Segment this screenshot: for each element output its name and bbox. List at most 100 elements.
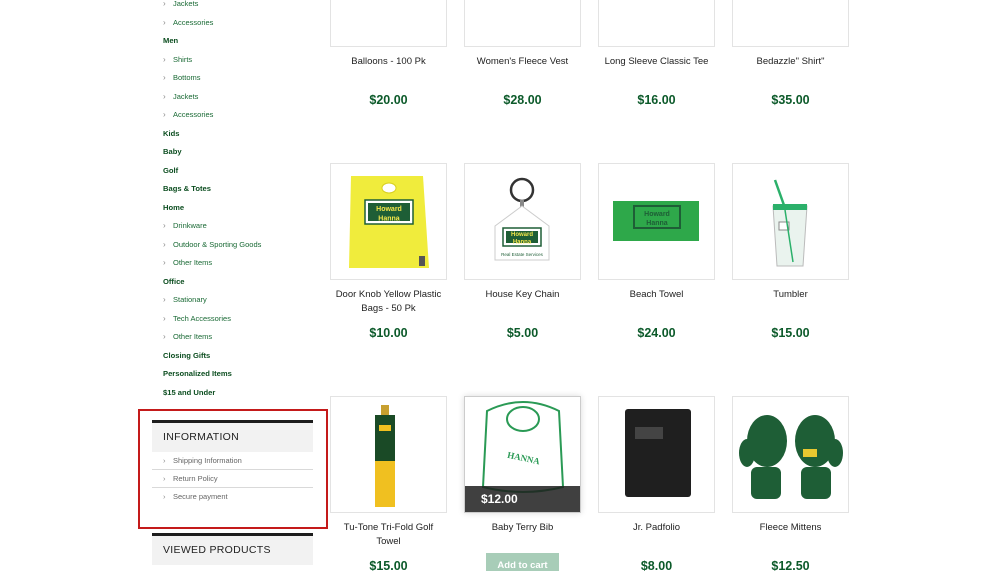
product-image[interactable] — [330, 0, 447, 47]
category-item[interactable]: › Jackets — [152, 0, 317, 14]
category-item[interactable]: Personalized Items — [152, 365, 317, 384]
product-card[interactable]: Tumbler $15.00 — [732, 163, 849, 340]
product-price: $24.00 — [637, 326, 676, 340]
category-label: Stationary — [173, 295, 207, 304]
product-image[interactable]: Howard Hanna Real Estate Services — [464, 163, 581, 280]
category-label: Home — [163, 202, 185, 212]
category-label: Closing Gifts — [163, 350, 211, 360]
product-name[interactable]: Beach Towel — [598, 288, 715, 320]
product-card[interactable]: Howard Hanna Beach Towel $24.00 — [598, 163, 715, 340]
product-card[interactable]: Fleece Mittens $12.50 — [732, 396, 849, 571]
category-item[interactable]: › Jackets — [152, 88, 317, 107]
product-name[interactable]: Baby Terry Bib — [464, 521, 581, 553]
category-item[interactable]: Home — [152, 199, 317, 218]
chevron-right-icon: › — [163, 258, 166, 267]
chevron-right-icon: › — [163, 295, 166, 304]
product-name[interactable]: Bedazzle" Shirt" — [732, 55, 849, 87]
category-label: Other Items — [173, 258, 213, 267]
product-image[interactable]: HANNA $12.00 — [464, 396, 581, 513]
product-card[interactable]: Howard Hanna Real Estate Services House Ke… — [464, 163, 581, 340]
category-item[interactable]: Baby — [152, 143, 317, 162]
price-overlay: $12.00 — [465, 486, 580, 512]
product-image[interactable]: Howard Hanna — [330, 163, 447, 280]
product-price: $15.00 — [771, 326, 810, 340]
product-card[interactable]: ARDHANNA Bedazzle" Shirt" $35.00 — [732, 0, 849, 107]
chevron-right-icon: › — [163, 91, 166, 101]
information-title: INFORMATION — [152, 420, 313, 452]
product-card[interactable]: Jr. Padfolio $8.00 — [598, 396, 715, 571]
category-item[interactable]: › Accessories — [152, 106, 317, 125]
product-price: $5.00 — [506, 326, 539, 340]
svg-text:Howard: Howard — [376, 206, 402, 213]
category-item[interactable]: $15 and Under — [152, 384, 317, 403]
category-item[interactable]: Men — [152, 32, 317, 51]
category-item[interactable]: › Drinkware — [152, 217, 317, 236]
category-label: Shirts — [173, 54, 193, 64]
category-item[interactable]: › Shirts — [152, 51, 317, 70]
product-name[interactable]: Women's Fleece Vest — [464, 55, 581, 87]
category-label: Outdoor & Sporting Goods — [173, 239, 262, 249]
product-image[interactable] — [732, 396, 849, 513]
product-name[interactable]: Tu-Tone Tri-Fold Golf Towel — [330, 521, 447, 553]
product-image[interactable] — [598, 396, 715, 513]
category-item[interactable]: › Stationary — [152, 291, 317, 310]
information-link-label: Return Policy — [173, 474, 218, 483]
product-card[interactable]: Tu-Tone Tri-Fold Golf Towel $15.00 — [330, 396, 447, 571]
product-price: $15.00 — [369, 559, 408, 571]
category-list: › Jackets › Accessories Men › Shirts › Bottoms › J… — [152, 0, 317, 402]
product-name[interactable]: Long Sleeve Classic Tee — [598, 55, 715, 87]
category-item[interactable]: › Other Items — [152, 254, 317, 273]
category-item[interactable]: › Bottoms — [152, 69, 317, 88]
category-item[interactable]: Golf — [152, 162, 317, 181]
product-card[interactable]: Howard Hanna Door Knob Yellow Plastic Bag… — [330, 163, 447, 340]
chevron-right-icon: › — [163, 456, 166, 465]
chevron-right-icon: › — [163, 313, 166, 323]
product-image[interactable]: ARDHANNA — [732, 0, 849, 47]
product-name[interactable]: Door Knob Yellow Plastic Bags - 50 Pk — [330, 288, 447, 320]
product-image[interactable]: Howard Hanna — [598, 163, 715, 280]
category-label: Accessories — [173, 110, 214, 119]
viewed-products-title: VIEWED PRODUCTS — [152, 533, 313, 565]
product-name[interactable]: Jr. Padfolio — [598, 521, 715, 553]
category-label: Men — [163, 36, 179, 45]
category-item[interactable]: › Outdoor & Sporting Goods — [152, 236, 317, 255]
chevron-right-icon: › — [163, 221, 166, 230]
product-image[interactable] — [330, 396, 447, 513]
product-price: $10.00 — [369, 326, 408, 340]
category-item[interactable]: Office — [152, 273, 317, 292]
svg-text:Hanna: Hanna — [646, 220, 668, 227]
category-item[interactable]: Closing Gifts — [152, 347, 317, 366]
category-label: Drinkware — [173, 221, 207, 230]
product-price: $20.00 — [369, 93, 408, 107]
information-block: INFORMATION › Shipping Information › Return… — [152, 420, 313, 506]
product-price: $35.00 — [771, 93, 810, 107]
category-item[interactable]: Kids — [152, 125, 317, 144]
product-card[interactable]: Women's Fleece Vest $28.00 — [464, 0, 581, 107]
product-card[interactable]: Balloons - 100 Pk $20.00 — [330, 0, 447, 107]
product-image[interactable] — [598, 0, 715, 47]
category-item[interactable]: › Tech Accessories — [152, 310, 317, 329]
product-image[interactable] — [464, 0, 581, 47]
category-item[interactable]: › Other Items — [152, 328, 317, 347]
category-label: Personalized Items — [163, 369, 232, 378]
information-link[interactable]: › Secure payment — [152, 488, 313, 506]
category-item[interactable]: Bags & Totes — [152, 180, 317, 199]
chevron-right-icon: › — [163, 110, 166, 119]
category-label: Jackets — [173, 91, 199, 101]
product-name[interactable]: Balloons - 100 Pk — [330, 55, 447, 87]
product-card[interactable]: Long Sleeve Classic Tee $16.00 — [598, 0, 715, 107]
category-label: Baby — [163, 147, 182, 156]
information-link[interactable]: › Return Policy — [152, 470, 313, 488]
product-card[interactable]: HANNA$12.00 Baby Terry BibAdd to cart $12.… — [464, 396, 581, 571]
category-item[interactable]: › Accessories — [152, 14, 317, 33]
add-to-cart-button[interactable]: Add to cart — [486, 553, 559, 571]
information-link[interactable]: › Shipping Information — [152, 452, 313, 470]
category-label: Bottoms — [173, 73, 201, 82]
product-image[interactable] — [732, 163, 849, 280]
product-name[interactable]: Tumbler — [732, 288, 849, 320]
product-name[interactable]: House Key Chain — [464, 288, 581, 320]
product-name[interactable]: Fleece Mittens — [732, 521, 849, 553]
category-label: Other Items — [173, 332, 213, 341]
category-label: Jackets — [173, 0, 199, 8]
category-label: Bags & Totes — [163, 184, 211, 193]
